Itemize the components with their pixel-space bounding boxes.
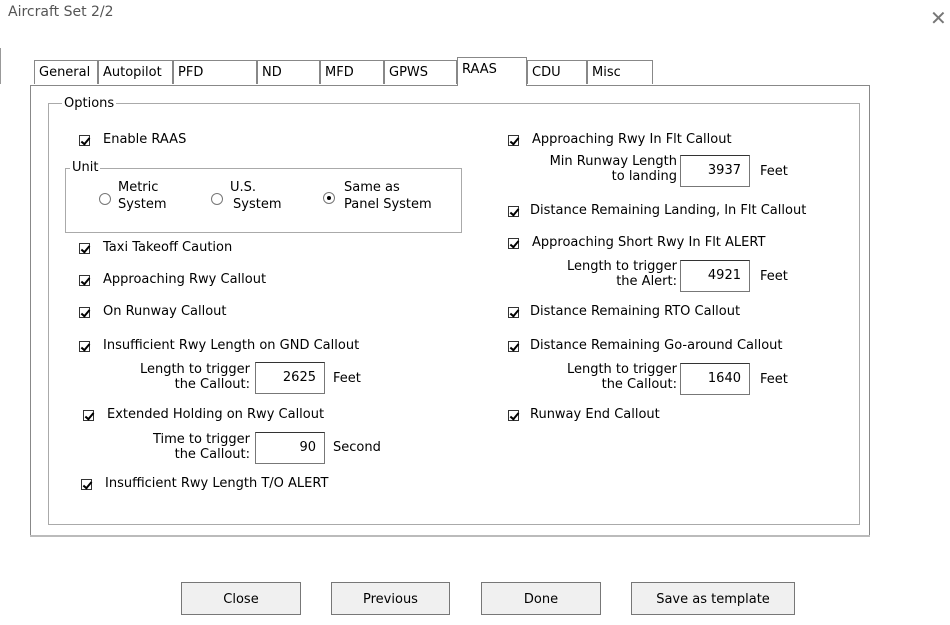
goaround-trigger-line1: Length to trigger <box>566 362 677 377</box>
dist-rto-checkbox[interactable] <box>508 307 519 318</box>
min-runway-length-input[interactable]: 3937 <box>680 155 750 187</box>
tab-autopilot[interactable]: Autopilot <box>98 60 173 84</box>
tab-raas[interactable]: RAAS <box>457 57 527 86</box>
close-icon[interactable]: ✕ <box>930 8 947 28</box>
approaching-rwy-label: Approaching Rwy Callout <box>103 272 267 287</box>
goaround-trigger-line2: the Callout: <box>601 377 677 392</box>
insufficient-gnd-trigger-label: Length to trigger the Callout: <box>115 362 250 392</box>
short-rwy-trigger-input[interactable]: 4921 <box>680 260 750 292</box>
us-line2: System <box>233 197 282 212</box>
tab-pfd[interactable]: PFD <box>173 60 257 84</box>
short-rwy-label: Approaching Short Rwy In Flt ALERT <box>532 235 766 250</box>
min-runway-unit: Feet <box>760 164 788 179</box>
insufficient-gnd-checkbox[interactable] <box>79 341 90 352</box>
min-runway-line1: Min Runway Length <box>549 154 677 169</box>
on-runway-checkbox[interactable] <box>79 307 90 318</box>
taxi-takeoff-checkbox[interactable] <box>79 243 90 254</box>
min-runway-label: Min Runway Length to landing <box>510 154 677 184</box>
close-button[interactable]: Close <box>181 582 301 615</box>
short-rwy-trigger-line2: the Alert: <box>616 274 677 289</box>
extended-holding-checkbox[interactable] <box>83 410 94 421</box>
window-title: Aircraft Set 2/2 <box>8 4 114 20</box>
insufficient-gnd-label: Insufficient Rwy Length on GND Callout <box>103 338 360 353</box>
unit-group-label: Unit <box>70 160 101 175</box>
close-button-label: Close <box>223 592 259 607</box>
dist-goaround-label: Distance Remaining Go-around Callout <box>530 338 783 353</box>
dist-rto-label: Distance Remaining RTO Callout <box>530 304 741 319</box>
holding-trigger-unit: Second <box>333 440 381 455</box>
tab-gpws[interactable]: GPWS <box>384 60 457 84</box>
dist-landing-label: Distance Remaining Landing, In Flt Callo… <box>530 203 807 218</box>
short-rwy-checkbox[interactable] <box>508 238 519 249</box>
tab-nd[interactable]: ND <box>257 60 320 84</box>
panel-line2: Panel System <box>344 197 432 212</box>
short-rwy-trigger-label: Length to trigger the Alert: <box>540 259 677 289</box>
goaround-trigger-input[interactable]: 1640 <box>680 363 750 395</box>
runway-end-label: Runway End Callout <box>530 407 660 422</box>
us-line1: U.S. <box>230 180 257 195</box>
panel-line1: Same as <box>344 180 400 195</box>
panel-system-radio[interactable] <box>323 192 335 204</box>
window-edge <box>0 48 5 84</box>
insufficient-to-checkbox[interactable] <box>81 479 92 490</box>
dist-goaround-checkbox[interactable] <box>508 341 519 352</box>
short-rwy-trigger-line1: Length to trigger <box>566 259 677 274</box>
extended-holding-label: Extended Holding on Rwy Callout <box>107 407 325 422</box>
options-group-label: Options <box>62 96 117 111</box>
tab-general[interactable]: General <box>34 60 98 84</box>
tab-misc[interactable]: Misc <box>587 60 653 84</box>
holding-trigger-line2: the Callout: <box>174 447 250 462</box>
metric-radio[interactable] <box>99 193 111 205</box>
tab-cdu[interactable]: CDU <box>527 60 587 84</box>
metric-line1: Metric <box>118 180 159 195</box>
previous-button[interactable]: Previous <box>331 582 450 615</box>
goaround-trigger-label: Length to trigger the Callout: <box>540 362 677 392</box>
holding-trigger-time-input[interactable]: 90 <box>255 432 325 464</box>
approaching-flt-checkbox[interactable] <box>508 135 519 146</box>
gnd-trigger-line2: the Callout: <box>174 377 250 392</box>
taxi-takeoff-label: Taxi Takeoff Caution <box>103 240 233 255</box>
enable-raas-checkbox[interactable] <box>79 135 90 146</box>
short-rwy-trigger-unit: Feet <box>760 269 788 284</box>
on-runway-label: On Runway Callout <box>103 304 227 319</box>
goaround-trigger-unit: Feet <box>760 372 788 387</box>
approaching-rwy-checkbox[interactable] <box>79 275 90 286</box>
previous-button-label: Previous <box>363 592 418 607</box>
done-button[interactable]: Done <box>481 582 601 615</box>
insufficient-to-label: Insufficient Rwy Length T/O ALERT <box>105 476 329 491</box>
gnd-trigger-length-input[interactable]: 2625 <box>255 362 325 394</box>
us-radio-label: U.S. System <box>230 179 281 213</box>
metric-radio-label: Metric System <box>118 179 166 213</box>
save-as-template-button[interactable]: Save as template <box>631 582 795 615</box>
done-button-label: Done <box>523 592 559 607</box>
panel-divider <box>30 535 870 537</box>
gnd-trigger-unit: Feet <box>333 371 361 386</box>
save-as-template-button-label: Save as template <box>656 592 770 607</box>
dist-landing-checkbox[interactable] <box>508 206 519 217</box>
tab-mfd[interactable]: MFD <box>320 60 384 84</box>
min-runway-line2: to landing <box>611 169 677 184</box>
holding-trigger-label: Time to trigger the Callout: <box>115 432 250 462</box>
us-radio[interactable] <box>211 193 223 205</box>
panel-system-radio-label: Same as Panel System <box>344 179 432 213</box>
metric-line2: System <box>118 197 167 212</box>
enable-raas-label: Enable RAAS <box>103 132 187 147</box>
gnd-trigger-line1: Length to trigger <box>139 362 250 377</box>
holding-trigger-line1: Time to trigger <box>152 432 250 447</box>
approaching-flt-label: Approaching Rwy In Flt Callout <box>532 132 732 147</box>
runway-end-checkbox[interactable] <box>508 410 519 421</box>
